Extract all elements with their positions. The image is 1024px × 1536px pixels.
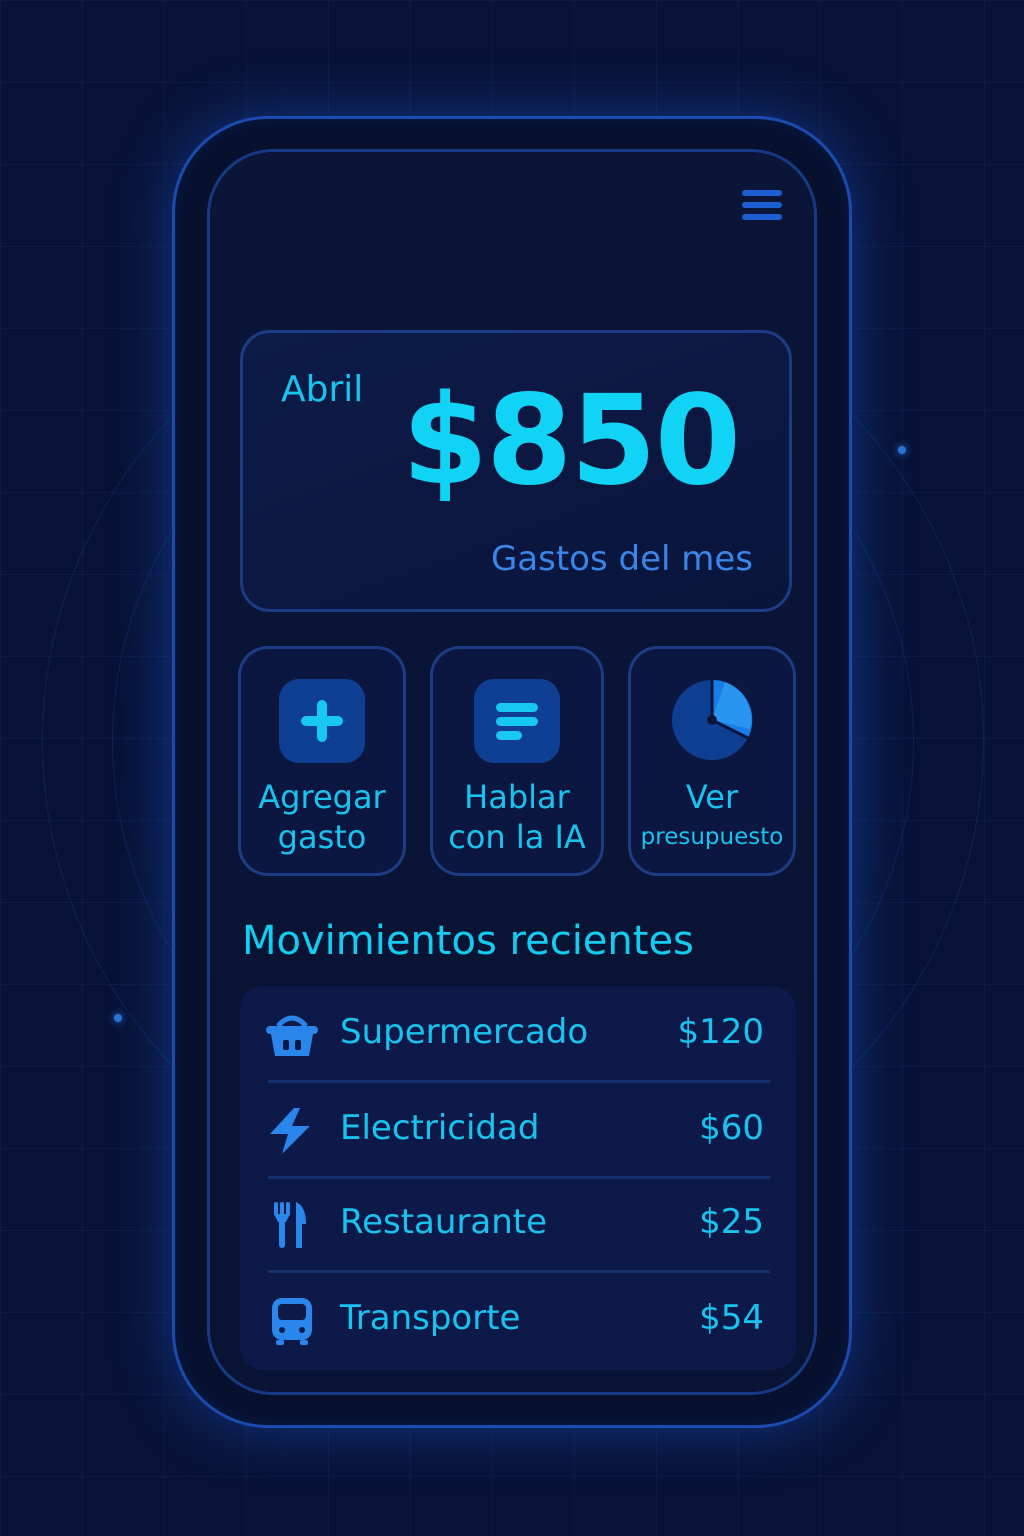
add-expense-label-line2: gasto bbox=[277, 818, 367, 856]
transaction-label: Transporte bbox=[340, 1298, 521, 1338]
chat-with-ai-button[interactable]: Hablar con la IA bbox=[430, 646, 604, 876]
add-expense-button[interactable]: Agregar gasto bbox=[238, 646, 406, 876]
background-dot bbox=[114, 1014, 122, 1022]
transaction-amount: $60 bbox=[699, 1108, 764, 1148]
transaction-row-restaurante[interactable]: Restaurante $25 bbox=[240, 1176, 796, 1270]
transaction-row-electricidad[interactable]: Electricidad $60 bbox=[240, 1082, 796, 1176]
transaction-row-transporte[interactable]: Transporte $54 bbox=[240, 1272, 796, 1366]
transaction-amount: $54 bbox=[699, 1298, 764, 1338]
chat-lines-icon bbox=[474, 679, 560, 763]
phone-screen: Abril $850 Gastos del mes Agregar gasto … bbox=[207, 149, 817, 1395]
lightning-icon bbox=[270, 1108, 310, 1154]
recent-transactions-title: Movimientos recientes bbox=[242, 918, 694, 964]
phone-frame: Abril $850 Gastos del mes Agregar gasto … bbox=[172, 116, 852, 1428]
transaction-amount: $120 bbox=[677, 1012, 764, 1052]
transaction-label: Electricidad bbox=[340, 1108, 540, 1148]
view-budget-label-line1: Ver bbox=[685, 778, 739, 816]
cutlery-icon bbox=[274, 1202, 306, 1248]
chat-ai-label-line1: Hablar bbox=[464, 778, 570, 816]
view-budget-button[interactable]: Ver presupuesto bbox=[628, 646, 796, 876]
background-dot bbox=[898, 446, 906, 454]
add-expense-label-line1: Agregar bbox=[258, 778, 386, 816]
bus-icon bbox=[272, 1298, 312, 1345]
monthly-total-amount: $850 bbox=[401, 369, 741, 513]
hamburger-menu-icon[interactable] bbox=[742, 190, 782, 226]
transaction-row-supermercado[interactable]: Supermercado $120 bbox=[240, 986, 796, 1080]
plus-icon bbox=[279, 679, 365, 763]
transaction-label: Restaurante bbox=[340, 1202, 548, 1242]
chat-ai-label-line2: con la IA bbox=[448, 818, 586, 856]
recent-transactions-list: Supermercado $120 Electricidad $60 Resta… bbox=[240, 986, 796, 1370]
basket-icon bbox=[266, 1015, 318, 1056]
transaction-amount: $25 bbox=[699, 1202, 764, 1242]
month-label: Abril bbox=[281, 369, 364, 410]
transaction-label: Supermercado bbox=[340, 1012, 589, 1052]
monthly-total-label: Gastos del mes bbox=[490, 539, 753, 579]
view-budget-label-line2: presupuesto bbox=[640, 824, 784, 850]
pie-chart-icon bbox=[672, 679, 753, 760]
monthly-summary-card: Abril $850 Gastos del mes bbox=[240, 330, 792, 612]
